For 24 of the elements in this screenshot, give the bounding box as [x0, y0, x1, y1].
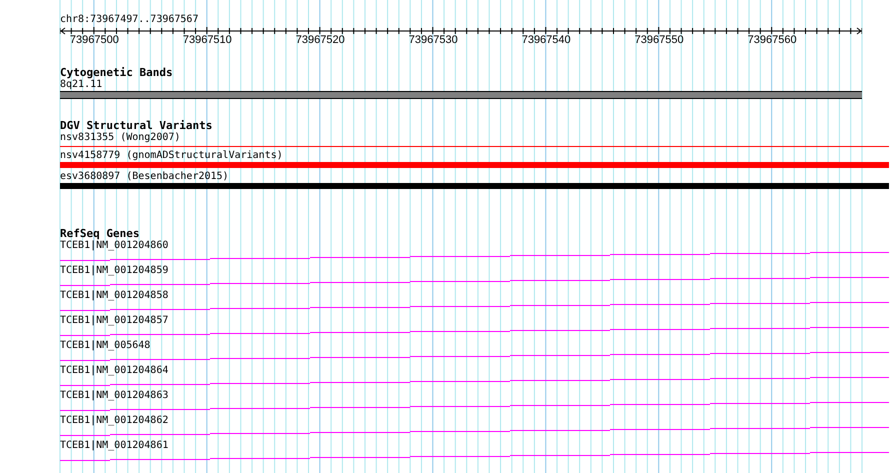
- feature-label: 8q21.11: [60, 79, 102, 91]
- feature-label: TCEB1|NM_005648: [60, 340, 150, 352]
- track-title: Cytogenetic Bands: [60, 66, 173, 79]
- feature-label: esv3680897 (Besenbacher2015): [60, 171, 229, 183]
- ruler-tick-label: 73967540: [522, 34, 571, 46]
- ruler-tick-label: 73967560: [748, 34, 797, 46]
- feature-label: TCEB1|NM_001204859: [60, 265, 168, 277]
- track-title: DGV Structural Variants: [60, 119, 212, 132]
- feature-label: TCEB1|NM_001204864: [60, 365, 168, 377]
- feature-label: TCEB1|NM_001204860: [60, 240, 168, 252]
- ruler-tick-label: 73967550: [634, 34, 684, 46]
- track-title: RefSeq Genes: [60, 227, 140, 240]
- feature-label: nsv831355 (Wong2007): [60, 132, 180, 144]
- feature-label: TCEB1|NM_001204863: [60, 390, 168, 402]
- feature-label: TCEB1|NM_001204861: [60, 440, 168, 452]
- ruler-tick-label: 73967530: [408, 34, 458, 46]
- ruler-tick-label: 73967500: [70, 34, 119, 46]
- feature-label: TCEB1|NM_001204862: [60, 415, 168, 427]
- coordinate-label: chr8:73967497..73967567: [60, 14, 198, 26]
- ruler-tick-label: 73967510: [182, 34, 232, 46]
- feature-label: TCEB1|NM_001204858: [60, 290, 168, 302]
- ruler-tick-label: 73967520: [296, 34, 345, 46]
- feature-label: TCEB1|NM_001204857: [60, 315, 168, 327]
- feature-label: nsv4158779 (gnomADStructuralVariants): [60, 150, 283, 162]
